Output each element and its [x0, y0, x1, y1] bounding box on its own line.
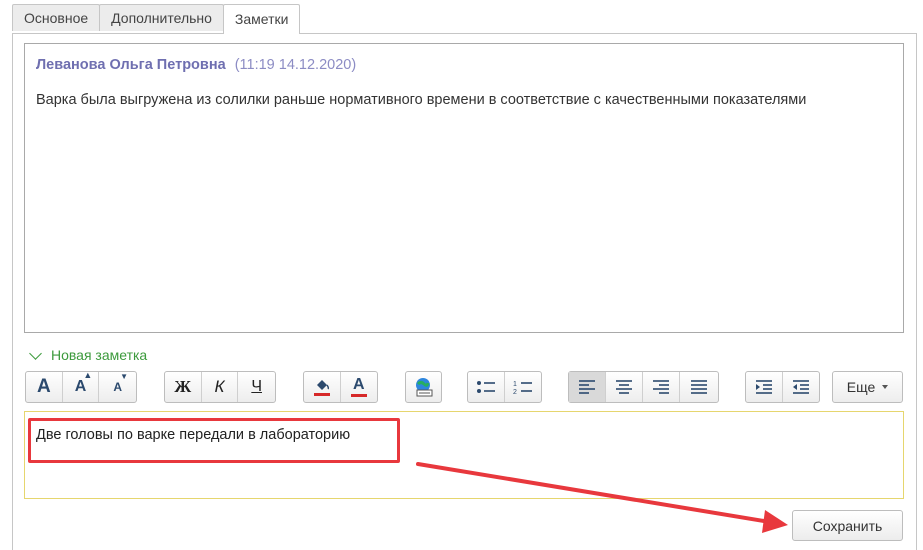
svg-text:1: 1	[513, 381, 517, 388]
increase-font-button[interactable]: A ▲	[63, 370, 100, 402]
insert-picture-icon	[415, 378, 432, 397]
bold-button[interactable]: Ж	[165, 372, 202, 402]
indent-button[interactable]	[746, 372, 783, 402]
indent-decrease-icon	[792, 380, 809, 394]
svg-text:2: 2	[513, 389, 517, 395]
align-right-icon	[653, 380, 669, 394]
new-note-label: Новая заметка	[51, 347, 148, 363]
numbered-list-button[interactable]: 1 2	[505, 372, 542, 402]
numbered-list-icon: 1 2	[513, 381, 532, 395]
insert-image-button[interactable]	[406, 372, 441, 402]
underline-icon: Ч	[251, 378, 262, 395]
note-author: Леванова Ольга Петровна	[36, 57, 226, 73]
highlight-annotation	[28, 418, 400, 463]
alignment-group	[568, 371, 719, 403]
bulleted-list-button[interactable]	[468, 372, 505, 402]
paint-bucket-icon	[313, 380, 330, 396]
font-decrease-icon: A ▼	[113, 372, 128, 394]
align-center-button[interactable]	[606, 372, 643, 402]
align-justify-icon	[690, 380, 707, 394]
note-header: Леванова Ольга Петровна (11:19 14.12.202…	[36, 57, 356, 73]
font-icon: A	[36, 376, 51, 397]
more-menu-button[interactable]: Еще	[832, 371, 903, 403]
align-justify-button[interactable]	[680, 372, 717, 402]
color-group: A	[303, 371, 378, 403]
font-color-icon: A	[350, 377, 367, 397]
new-note-toggle[interactable]: Новая заметка	[28, 346, 148, 363]
note-text: Варка была выгружена из солилки раньше н…	[36, 92, 807, 108]
bulleted-list-icon	[476, 381, 495, 393]
font-increase-icon: A ▲	[74, 370, 93, 395]
decrease-font-button[interactable]: A ▼	[99, 372, 136, 402]
bold-icon: Ж	[174, 377, 192, 396]
indent-group	[745, 371, 820, 403]
tab-bar: Основное Дополнительно Заметки	[12, 4, 301, 34]
more-label: Еще	[846, 379, 876, 395]
align-left-icon	[579, 380, 595, 394]
align-left-button[interactable]	[569, 372, 606, 402]
list-group: 1 2	[467, 371, 542, 403]
italic-icon: К	[214, 377, 225, 396]
note-timestamp: (11:19 14.12.2020)	[234, 57, 357, 73]
background-color-button[interactable]	[304, 372, 341, 402]
save-label: Сохранить	[812, 517, 883, 534]
save-button[interactable]: Сохранить	[792, 510, 903, 541]
tab-additional[interactable]: Дополнительно	[99, 4, 224, 31]
font-button[interactable]: A	[26, 372, 63, 402]
indent-increase-icon	[755, 380, 772, 394]
tab-notes[interactable]: Заметки	[222, 4, 301, 34]
notes-history[interactable]: Леванова Ольга Петровна (11:19 14.12.202…	[24, 43, 904, 333]
align-center-icon	[616, 380, 632, 394]
chevron-down-icon	[882, 385, 889, 389]
outdent-button[interactable]	[783, 372, 820, 402]
underline-button[interactable]: Ч	[238, 372, 275, 402]
font-color-button[interactable]: A	[341, 372, 378, 402]
chevron-down-icon	[29, 346, 42, 360]
tab-main[interactable]: Основное	[12, 4, 101, 31]
align-right-button[interactable]	[643, 372, 680, 402]
font-size-group: A A ▲ A ▼	[25, 370, 137, 403]
insert-image-group	[405, 371, 442, 403]
text-style-group: Ж К Ч	[164, 371, 276, 403]
italic-button[interactable]: К	[202, 372, 239, 402]
